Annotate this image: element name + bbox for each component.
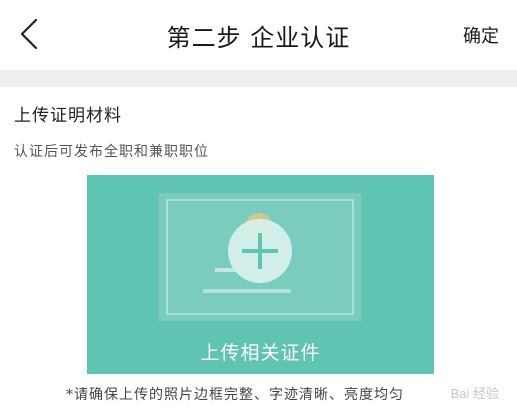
watermark: Bai 经验 [450,386,499,401]
upload-documents-button[interactable]: 上传相关证件 [87,175,434,374]
upload-notice: *请确保上传的照片边框完整、字迹清晰、亮度均匀 [66,387,404,403]
section-title: 上传证明材料 [14,106,122,126]
section-divider [0,70,517,87]
upload-label: 上传相关证件 [200,343,321,364]
page-title: 第二步 企业认证 [166,24,351,52]
nav-bar: 第二步 企业认证 确定 [0,0,517,68]
section-subtitle: 认证后可发布全职和兼职职位 [14,144,209,160]
confirm-button[interactable]: 确定 [463,22,499,48]
